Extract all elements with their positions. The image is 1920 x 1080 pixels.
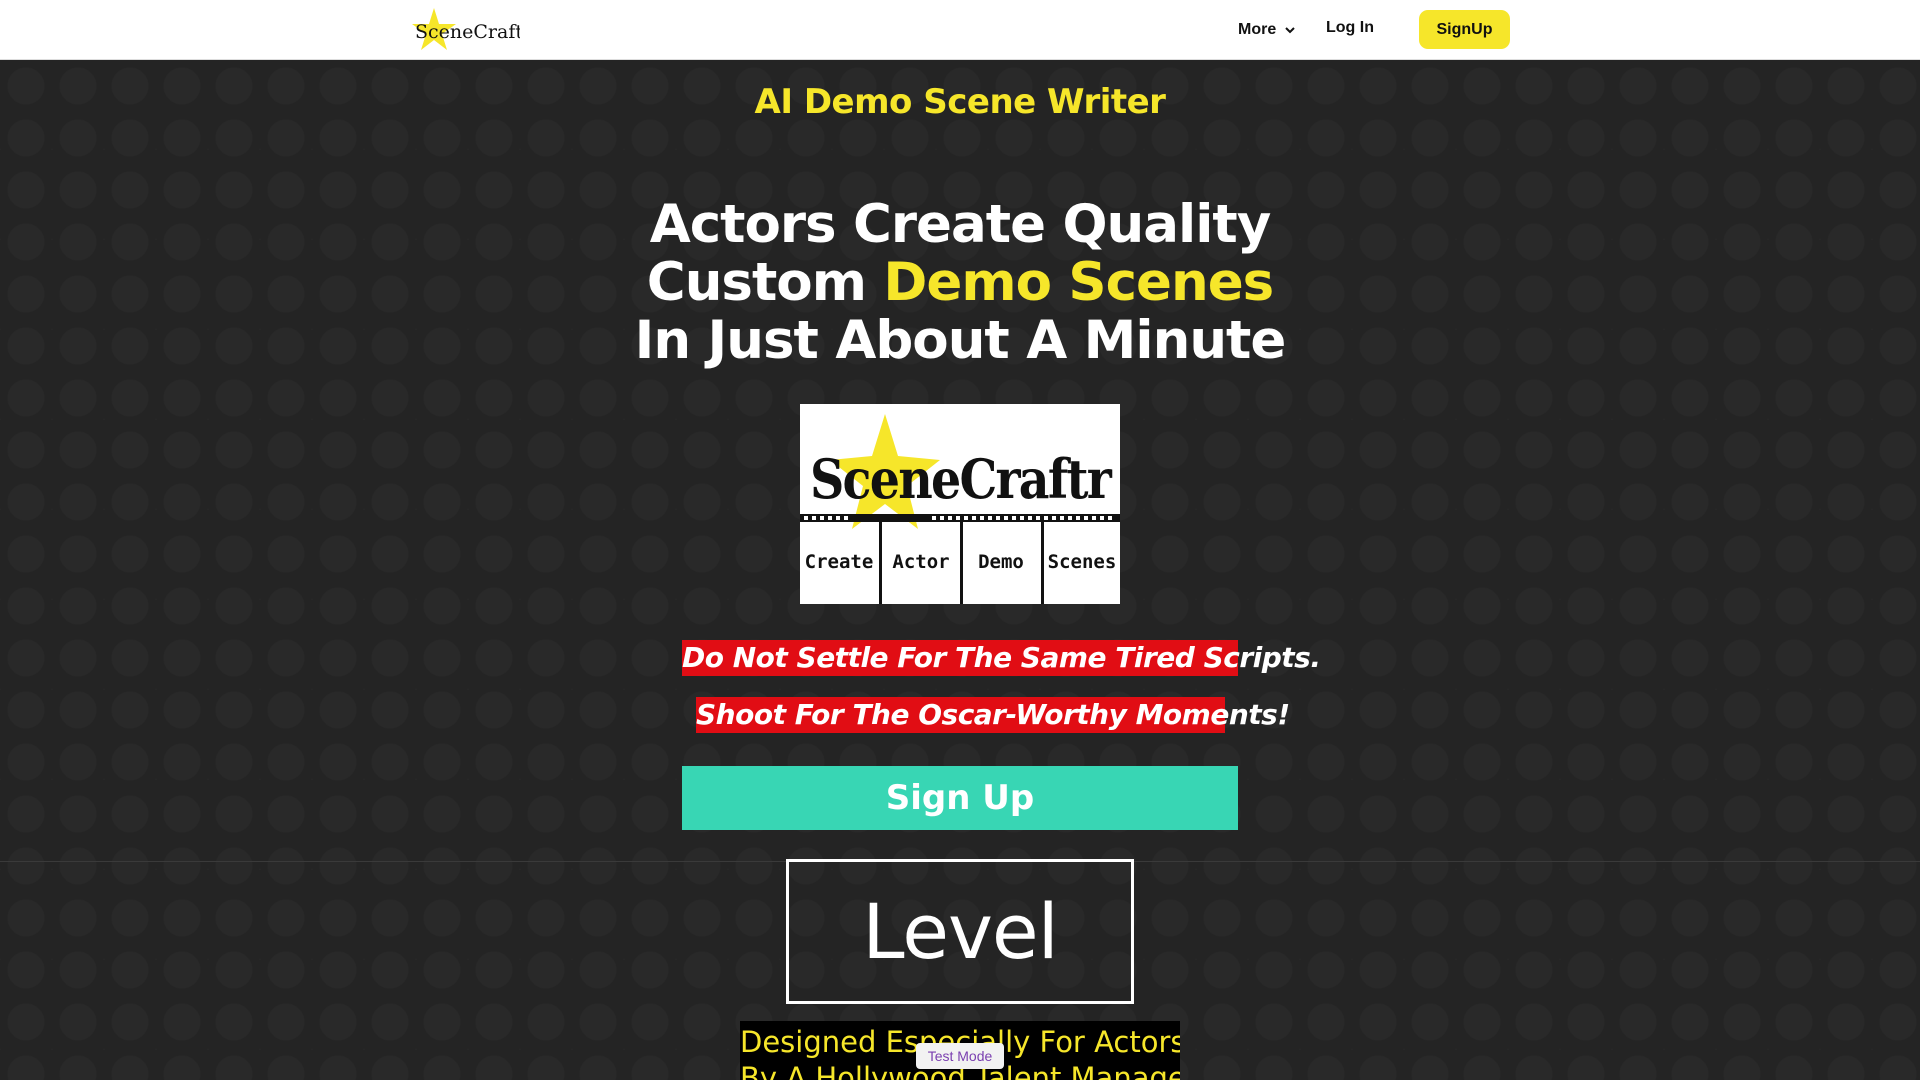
logo-cell-create: Create [805,551,874,573]
hero-headline: Actors Create Quality Custom Demo Scenes… [560,196,1360,370]
headline-highlight: Demo Scenes [883,252,1274,313]
more-label: More [1238,21,1277,38]
test-mode-badge: Test Mode [916,1043,1004,1069]
tagline-tired-scripts: Do Not Settle For The Same Tired Scripts… [682,640,1321,676]
page-subtitle: AI Demo Scene Writer [754,82,1166,122]
scenecraftr-logo-image: SceneCraftr Create Actor Demo Scenes [800,404,1120,604]
top-nav: SceneCraftr More Log In SignUp [0,0,1920,60]
scenecraftr-nav-logo[interactable]: SceneCraftr [410,4,520,54]
signup-button[interactable]: SignUp [1419,10,1510,49]
tagline-oscar-moments: Shoot For The Oscar-Worthy Moments! [696,697,1290,733]
level-up-heading: Level Up! [786,859,1134,1080]
film-strip: Create Actor Demo Scenes [800,514,1120,604]
logo-cell-actor: Actor [892,551,949,573]
logo-artwork: SceneCraftr Create Actor Demo Scenes [800,414,1120,604]
headline-line-2: Custom Demo Scenes [560,254,1360,312]
chevron-down-icon [1285,27,1295,34]
svg-text:SceneCraftr: SceneCraftr [415,21,520,43]
signup-cta-button[interactable]: Sign Up [682,766,1238,830]
logo-cell-demo: Demo [978,551,1024,573]
headline-line-3: In Just About A Minute [634,310,1287,371]
more-menu[interactable]: More [1238,19,1296,41]
logo-card-title: SceneCraftr [810,447,1112,511]
headline-line-2-prefix: Custom [646,252,884,313]
login-link[interactable]: Log In [1326,19,1374,37]
headline-line-1: Actors Create Quality [649,194,1272,255]
logo-cell-scenes: Scenes [1048,551,1117,573]
